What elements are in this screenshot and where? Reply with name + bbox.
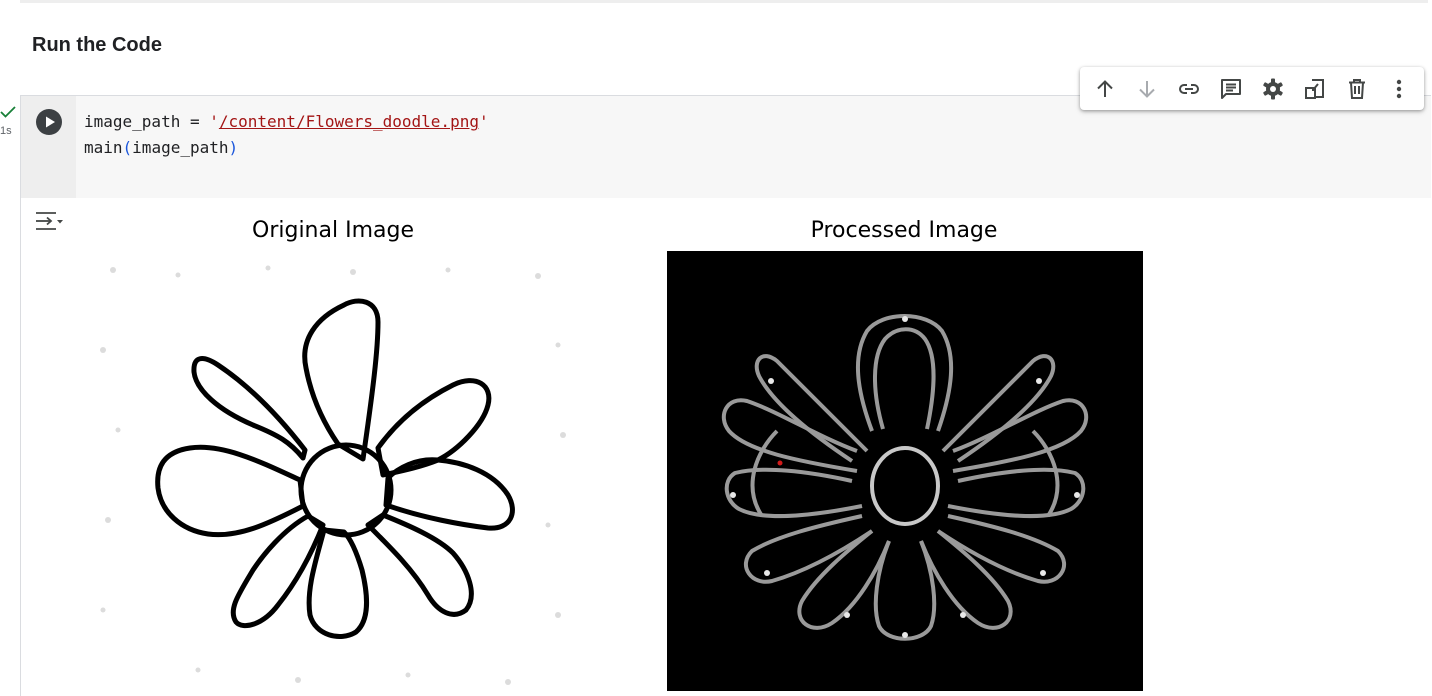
gear-icon xyxy=(1263,78,1283,99)
arrow-down-icon xyxy=(1139,80,1155,98)
code-line-2: main(image_path) xyxy=(84,138,239,157)
editor-settings-button[interactable] xyxy=(1256,72,1290,106)
link-icon xyxy=(1179,83,1199,94)
code-line-1: image_path = '/content/Flowers_doodle.pn… xyxy=(84,112,489,131)
code-editor[interactable]: image_path = '/content/Flowers_doodle.pn… xyxy=(76,96,1431,198)
top-divider xyxy=(20,0,1428,3)
arrow-up-icon xyxy=(1097,79,1113,97)
processed-image xyxy=(667,251,1143,691)
cell-toolbar xyxy=(1080,67,1424,110)
trash-icon xyxy=(1349,78,1365,99)
comment-icon xyxy=(1221,78,1241,99)
mirror-cell-icon xyxy=(1305,78,1324,99)
file-path-link[interactable]: /content/Flowers_doodle.png xyxy=(219,112,479,131)
more-vert-icon xyxy=(1396,79,1402,98)
move-down-button[interactable] xyxy=(1130,72,1164,106)
delete-cell-button[interactable] xyxy=(1340,72,1374,106)
code-text[interactable]: image_path = '/content/Flowers_doodle.pn… xyxy=(84,109,489,161)
mirror-cell-button[interactable] xyxy=(1298,72,1332,106)
check-icon xyxy=(0,106,16,118)
output-toggle-icon[interactable] xyxy=(34,209,64,233)
copy-link-button[interactable] xyxy=(1172,72,1206,106)
original-image-title: Original Image xyxy=(252,218,414,243)
more-actions-button[interactable] xyxy=(1382,72,1416,106)
play-icon xyxy=(46,116,55,128)
move-up-button[interactable] xyxy=(1088,72,1122,106)
add-comment-button[interactable] xyxy=(1214,72,1248,106)
original-image xyxy=(78,250,578,691)
processed-image-title: Processed Image xyxy=(810,218,998,243)
execution-time: 1s xyxy=(0,125,12,137)
section-heading: Run the Code xyxy=(32,34,162,56)
cell-gutter xyxy=(21,96,76,198)
run-cell-button[interactable] xyxy=(36,109,62,135)
